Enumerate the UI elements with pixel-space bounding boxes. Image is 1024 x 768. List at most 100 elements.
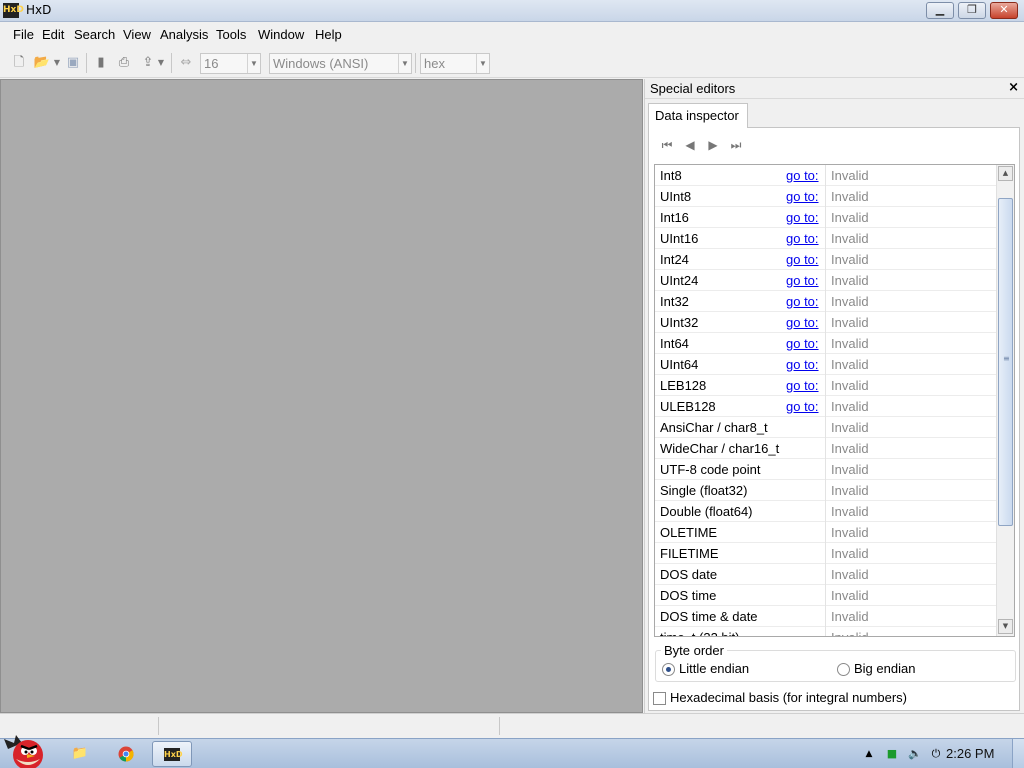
goto-link[interactable]: go to: [786, 273, 819, 288]
type-value[interactable]: Invalid [831, 252, 869, 267]
type-value[interactable]: Invalid [831, 336, 869, 351]
show-desktop-button[interactable] [1012, 739, 1024, 768]
little-endian-radio[interactable] [662, 663, 675, 676]
type-value[interactable]: Invalid [831, 210, 869, 225]
bytes-per-row-select[interactable]: 16 ▼ [200, 53, 261, 74]
type-value[interactable]: Invalid [831, 357, 869, 372]
inspector-row[interactable]: UInt24 go to: Invalid [655, 270, 996, 291]
menu-analysis[interactable]: Analysis [160, 27, 208, 42]
open-dropdown-icon[interactable]: ▼ [52, 54, 62, 72]
menu-search[interactable]: Search [74, 27, 115, 42]
type-value[interactable]: Invalid [831, 315, 869, 330]
type-value[interactable]: Invalid [831, 525, 869, 540]
menu-file[interactable]: File [13, 27, 34, 42]
inspector-row[interactable]: time_t (32 bit) Invalid [655, 627, 996, 636]
inspector-row[interactable]: LEB128 go to: Invalid [655, 375, 996, 396]
goto-link[interactable]: go to: [786, 189, 819, 204]
goto-link[interactable]: go to: [786, 252, 819, 267]
charset-select[interactable]: Windows (ANSI) ▼ [269, 53, 412, 74]
inspector-row[interactable]: ULEB128 go to: Invalid [655, 396, 996, 417]
goto-link[interactable]: go to: [786, 168, 819, 183]
type-value[interactable]: Invalid [831, 483, 869, 498]
menu-view[interactable]: View [123, 27, 151, 42]
scroll-down-icon[interactable]: ▼ [998, 619, 1013, 634]
inspector-row[interactable]: Single (float32) Invalid [655, 480, 996, 501]
export-dropdown-icon[interactable]: ▼ [156, 54, 166, 72]
type-value[interactable]: Invalid [831, 609, 869, 624]
hxd-taskbar-icon[interactable]: HxD [152, 741, 192, 767]
type-value[interactable]: Invalid [831, 462, 869, 477]
tab-data-inspector[interactable]: Data inspector [648, 103, 748, 128]
inspector-row[interactable]: UInt64 go to: Invalid [655, 354, 996, 375]
menu-window[interactable]: Window [258, 27, 304, 42]
last-icon[interactable]: ⏭ [728, 136, 744, 154]
type-value[interactable]: Invalid [831, 630, 869, 636]
network-icon[interactable]: ■ [885, 747, 899, 761]
menu-edit[interactable]: Edit [42, 27, 64, 42]
type-value[interactable]: Invalid [831, 441, 869, 456]
open-file-icon[interactable]: 📂 [33, 54, 51, 72]
export-icon[interactable]: ⇪ [139, 54, 157, 72]
type-value[interactable]: Invalid [831, 567, 869, 582]
editor-area[interactable] [0, 79, 643, 713]
goto-link[interactable]: go to: [786, 357, 819, 372]
type-value[interactable]: Invalid [831, 294, 869, 309]
inspector-row[interactable]: OLETIME Invalid [655, 522, 996, 543]
inspector-row[interactable]: Int24 go to: Invalid [655, 249, 996, 270]
restore-button[interactable]: ❐ [958, 2, 986, 19]
file-explorer-icon[interactable]: 📁 [60, 741, 100, 767]
goto-link[interactable]: go to: [786, 231, 819, 246]
hex-basis-label[interactable]: Hexadecimal basis (for integral numbers) [670, 690, 907, 705]
inspector-row[interactable]: Int32 go to: Invalid [655, 291, 996, 312]
type-value[interactable]: Invalid [831, 588, 869, 603]
minimize-button[interactable]: ▁ [926, 2, 954, 19]
inspector-row[interactable]: UInt32 go to: Invalid [655, 312, 996, 333]
inspector-row[interactable]: DOS date Invalid [655, 564, 996, 585]
inspector-row[interactable]: Double (float64) Invalid [655, 501, 996, 522]
hex-basis-checkbox[interactable] [653, 692, 666, 705]
clock[interactable]: 2:26 PM [946, 746, 994, 761]
goto-link[interactable]: go to: [786, 315, 819, 330]
close-button[interactable]: ✕ [990, 2, 1018, 19]
power-icon[interactable]: ⏻ [929, 747, 943, 761]
type-value[interactable]: Invalid [831, 189, 869, 204]
chrome-icon[interactable] [106, 741, 146, 767]
offset-base-select[interactable]: hex ▼ [420, 53, 490, 74]
print-icon[interactable]: ⎙ [115, 54, 133, 72]
delete-icon[interactable]: ▮ [92, 54, 110, 72]
big-endian-radio[interactable] [837, 663, 850, 676]
volume-icon[interactable]: 🔈 [908, 747, 922, 761]
first-icon[interactable]: ⏮ [659, 136, 675, 154]
type-value[interactable]: Invalid [831, 504, 869, 519]
inspector-row[interactable]: FILETIME Invalid [655, 543, 996, 564]
type-value[interactable]: Invalid [831, 546, 869, 561]
scroll-thumb[interactable]: ≡ [998, 198, 1013, 526]
goto-link[interactable]: go to: [786, 336, 819, 351]
scroll-up-icon[interactable]: ▲ [998, 166, 1013, 181]
type-value[interactable]: Invalid [831, 273, 869, 288]
save-icon[interactable]: ▣ [64, 54, 82, 72]
inspector-row[interactable]: Int16 go to: Invalid [655, 207, 996, 228]
inspector-row[interactable]: AnsiChar / char8_t Invalid [655, 417, 996, 438]
goto-link[interactable]: go to: [786, 210, 819, 225]
arrow-up-icon[interactable]: ▲ [862, 747, 876, 761]
menu-help[interactable]: Help [315, 27, 342, 42]
big-endian-label[interactable]: Big endian [854, 661, 915, 676]
angry-bird-start-icon[interactable] [2, 731, 48, 768]
inspector-row[interactable]: DOS time Invalid [655, 585, 996, 606]
inspector-row[interactable]: DOS time & date Invalid [655, 606, 996, 627]
next-icon[interactable]: ▶ [705, 136, 721, 154]
goto-link[interactable]: go to: [786, 378, 819, 393]
inspector-row[interactable]: UInt16 go to: Invalid [655, 228, 996, 249]
type-value[interactable]: Invalid [831, 399, 869, 414]
little-endian-label[interactable]: Little endian [679, 661, 749, 676]
close-icon[interactable]: × [1008, 80, 1019, 95]
type-value[interactable]: Invalid [831, 420, 869, 435]
menu-tools[interactable]: Tools [216, 27, 246, 42]
type-value[interactable]: Invalid [831, 231, 869, 246]
previous-icon[interactable]: ◀ [682, 136, 698, 154]
vertical-scrollbar[interactable]: ▲ ≡ ▼ [996, 165, 1014, 636]
inspector-row[interactable]: WideChar / char16_t Invalid [655, 438, 996, 459]
new-file-icon[interactable]: 🗋 [10, 54, 28, 72]
goto-link[interactable]: go to: [786, 399, 819, 414]
